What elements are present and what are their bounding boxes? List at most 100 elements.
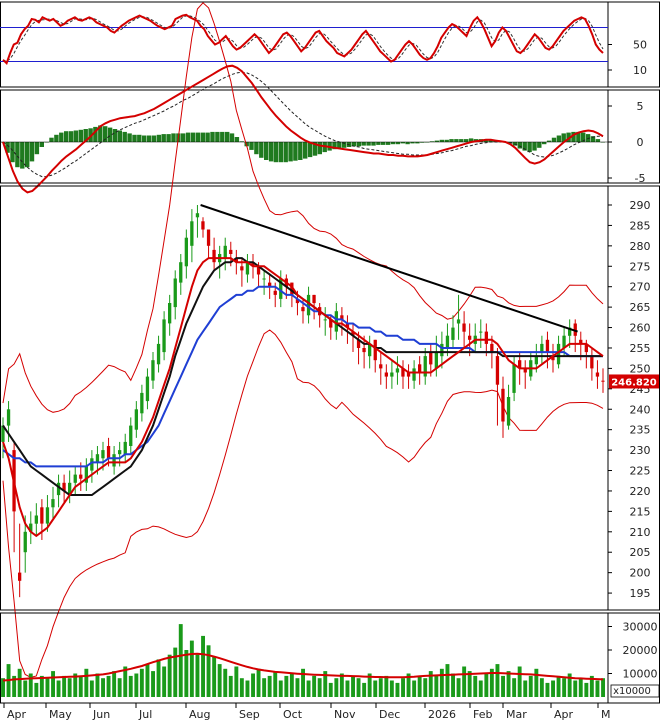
x-tick-label: Aug: [189, 708, 210, 721]
candle-body: [18, 572, 22, 581]
candle-body: [129, 425, 133, 446]
candle-body: [95, 454, 100, 463]
macd-histogram-bar: [537, 142, 542, 148]
macd-histogram-bar: [298, 142, 303, 160]
volume-bar: [573, 680, 578, 697]
volume-bar: [289, 673, 294, 697]
volume-bar: [256, 668, 261, 697]
volume-bar: [173, 647, 178, 697]
volume-tick-label: 30000: [623, 621, 658, 634]
volume-bar: [234, 666, 239, 697]
macd-histogram-bar: [293, 142, 298, 161]
candle-body: [162, 319, 166, 353]
volume-bar: [184, 650, 189, 697]
candle-body: [501, 388, 505, 422]
price-tick-label: 255: [630, 342, 651, 355]
candle-body: [34, 515, 38, 524]
volume-bar: [162, 666, 167, 697]
volume-bar: [295, 678, 300, 697]
candle-body: [206, 229, 211, 246]
candle-body: [390, 372, 394, 377]
price-tick-label: 220: [630, 485, 651, 498]
macd-histogram-bar: [122, 131, 127, 142]
x-tick-label: Nov: [334, 708, 356, 721]
macd-histogram-bar: [249, 142, 254, 150]
x-tick-label: 2026: [428, 708, 456, 721]
macd-histogram-bar: [15, 142, 20, 168]
volume-bar: [517, 666, 522, 697]
candle-body: [79, 474, 83, 479]
macd-histogram-bar: [273, 142, 279, 163]
macd-histogram-bar: [385, 142, 391, 145]
candle-body: [240, 266, 244, 271]
candle-body: [56, 482, 61, 496]
volume-bar: [212, 657, 217, 697]
volume-bar: [484, 673, 489, 697]
price-tick-label: 195: [630, 587, 651, 600]
volume-bar: [423, 678, 428, 697]
macd-tick-label: 10: [633, 64, 647, 77]
candle-body: [151, 360, 155, 381]
volume-bar: [384, 675, 389, 697]
volume-bar: [273, 671, 278, 697]
price-tick-label: 280: [630, 240, 651, 253]
volume-bar: [551, 680, 555, 697]
macd-histogram-bar: [317, 142, 322, 155]
volume-bar: [501, 675, 505, 697]
macd-histogram-bar: [25, 142, 30, 168]
candle-body: [262, 278, 266, 280]
volume-bar: [78, 675, 83, 697]
price-tick-label: 210: [630, 526, 651, 539]
macd-histogram-bar: [371, 142, 376, 146]
macd-tick-label: -5: [635, 172, 646, 185]
volume-bar: [189, 640, 194, 697]
macd-histogram-bar: [181, 133, 186, 142]
volume-bar: [523, 680, 528, 697]
volume-bar: [539, 678, 544, 697]
chart-canvas: 50 1050-5 290285280275270265260255250245…: [0, 1, 660, 721]
macd-histogram-bar: [556, 135, 562, 142]
candle-body: [145, 376, 150, 402]
volume-bar: [401, 678, 405, 697]
x-tick-label: Jun: [92, 708, 110, 721]
volume-bar: [28, 673, 33, 697]
volume-bar: [223, 668, 228, 697]
candle-body: [106, 446, 111, 459]
candle-body: [512, 364, 516, 393]
candle-body: [451, 327, 455, 340]
macd-histogram-bar: [171, 133, 176, 142]
macd-histogram-bar: [49, 137, 54, 142]
macd-histogram-bar: [156, 134, 162, 142]
x-tick-label: Jul: [138, 708, 152, 721]
x-tick-label: Dec: [379, 708, 400, 721]
volume-bar: [117, 678, 122, 697]
volume-bar: [362, 682, 367, 697]
volume-bar: [312, 675, 317, 697]
candle-body: [490, 343, 494, 353]
volume-bar: [339, 673, 344, 697]
candle-body: [6, 409, 11, 426]
macd-histogram-bar: [185, 132, 191, 142]
macd-histogram-bar: [303, 142, 308, 159]
candle-body: [323, 319, 327, 321]
macd-histogram-bar: [127, 133, 132, 142]
candle-body: [468, 335, 472, 340]
volume-bar: [128, 675, 133, 697]
macd-histogram-bar: [146, 135, 152, 142]
macd-histogram-bar: [307, 142, 313, 158]
price-tick-label: 285: [630, 219, 651, 232]
volume-bar: [17, 668, 22, 697]
macd-histogram-bar: [142, 135, 147, 142]
volume-bar: [439, 668, 444, 697]
candle-body: [123, 441, 127, 455]
price-tick-label: 290: [630, 199, 651, 212]
volume-bar: [39, 675, 44, 697]
macd-histogram-bar: [288, 142, 293, 162]
volume-bar: [412, 680, 417, 697]
macd-histogram-bar: [361, 142, 366, 146]
volume-bar: [306, 680, 311, 697]
candle-body: [212, 249, 216, 263]
macd-panel: 10 5 0 -5: [0, 64, 660, 194]
macd-histogram-bar: [78, 129, 83, 142]
volume-bar: [206, 645, 211, 697]
